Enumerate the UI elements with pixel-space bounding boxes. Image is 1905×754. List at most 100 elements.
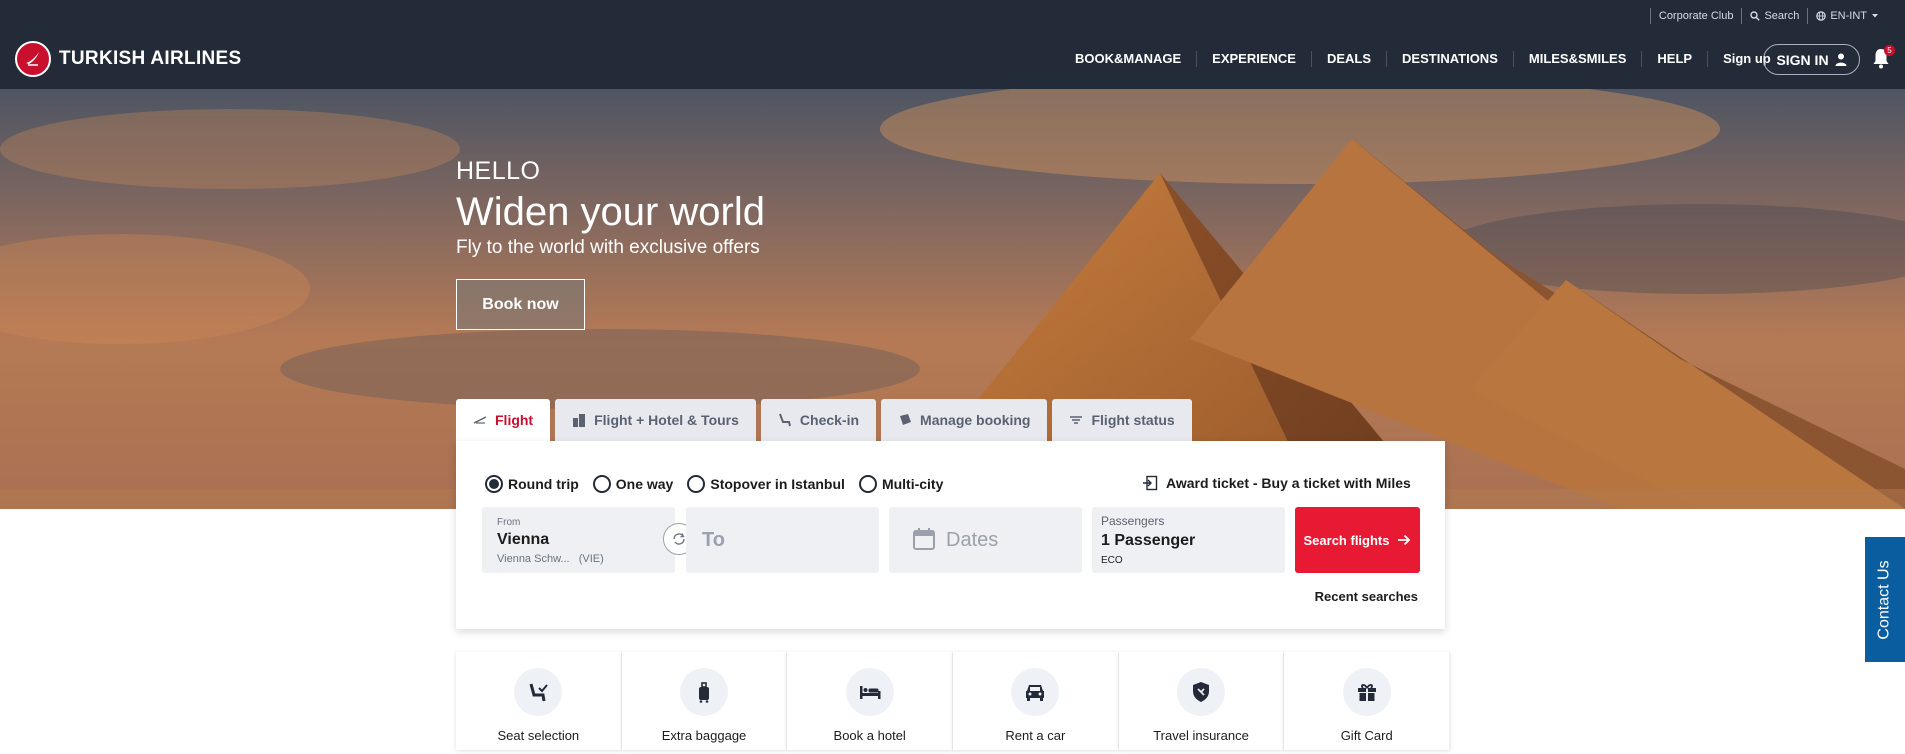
from-field[interactable]: From Vienna Vienna Schw... (VIE): [482, 507, 675, 573]
passengers-label: Passengers: [1101, 514, 1165, 528]
from-airport: Vienna Schw... (VIE): [497, 553, 604, 565]
sign-in-label: SIGN IN: [1776, 51, 1829, 68]
divider: [1807, 8, 1809, 24]
service-label: Extra baggage: [661, 728, 747, 743]
from-airport-name: Vienna Schw...: [497, 553, 570, 565]
tab-flight-label: Flight: [495, 412, 534, 428]
trip-round-trip[interactable]: Round trip: [485, 475, 579, 493]
shield-icon: [1193, 682, 1210, 702]
search-link[interactable]: Search: [1750, 10, 1799, 22]
service-seat-selection[interactable]: Seat selection: [456, 652, 622, 750]
trip-stopover-istanbul[interactable]: Stopover in Istanbul: [687, 475, 845, 493]
tab-flight-status[interactable]: Flight status: [1052, 399, 1192, 441]
trip-one-way-label: One way: [615, 476, 674, 492]
hero-headline: Widen your world: [456, 190, 766, 234]
service-gift-card[interactable]: Gift Card: [1284, 652, 1451, 750]
seat-selection-icon: [529, 683, 549, 702]
trip-one-way[interactable]: One way: [592, 475, 674, 493]
swap-icon: [673, 533, 685, 545]
brand-name: TURKISH AIRLINES: [59, 48, 242, 69]
trip-multi-city[interactable]: Multi-city: [858, 475, 944, 493]
tab-manage-booking-label: Manage booking: [920, 412, 1031, 428]
booking-tabs: Flight Flight + Hotel & Tours Check-in M…: [456, 399, 1192, 441]
turkish-airlines-logo-icon: [15, 41, 51, 77]
nav-miles-smiles[interactable]: MILES&SMILES: [1514, 51, 1643, 67]
user-icon: [1835, 53, 1847, 66]
brand-logo[interactable]: TURKISH AIRLINES: [15, 41, 242, 77]
seat-icon: [778, 413, 791, 427]
contact-us-tab[interactable]: Contact Us: [1865, 537, 1905, 662]
radio-selected: [485, 475, 503, 493]
plane-status-icon: [1070, 416, 1083, 424]
hero-subline: Fly to the world with exclusive offers: [456, 237, 760, 258]
primary-nav: BOOK&MANAGE EXPERIENCE DEALS DESTINATION…: [1060, 29, 1786, 89]
dates-field[interactable]: Dates: [889, 507, 1082, 573]
corporate-club-link[interactable]: Corporate Club: [1659, 10, 1734, 22]
service-travel-insurance[interactable]: Travel insurance: [1118, 652, 1285, 750]
ancillary-services: Seat selection Extra baggage Book a hote…: [456, 652, 1451, 754]
plane-icon: [473, 416, 487, 424]
divider: [1741, 8, 1743, 24]
search-icon: [1750, 11, 1761, 21]
nav-deals[interactable]: DEALS: [1312, 51, 1388, 67]
main-navbar: TURKISH AIRLINES BOOK&MANAGE EXPERIENCE …: [0, 29, 1905, 89]
nav-book-manage[interactable]: BOOK&MANAGE: [1060, 51, 1198, 67]
ticket-icon: [900, 414, 912, 425]
to-placeholder: To: [702, 529, 725, 551]
language-selector[interactable]: EN-INT: [1816, 10, 1879, 22]
divider: [1649, 8, 1651, 24]
service-icon-circle: [680, 668, 728, 716]
tab-manage-booking[interactable]: Manage booking: [881, 399, 1048, 441]
login-arrow-icon: [1143, 475, 1158, 491]
passengers-field[interactable]: Passengers 1 Passenger ECO: [1092, 507, 1285, 573]
trip-stopover-label: Stopover in Istanbul: [710, 476, 845, 492]
passengers-value: 1 Passenger: [1101, 532, 1196, 549]
trip-round-trip-label: Round trip: [508, 476, 579, 492]
book-now-button[interactable]: Book now: [456, 279, 585, 330]
from-airport-code: (VIE): [578, 553, 604, 565]
service-book-hotel[interactable]: Book a hotel: [787, 652, 954, 750]
from-label: From: [497, 517, 521, 528]
nav-help[interactable]: HELP: [1642, 51, 1709, 67]
service-label: Book a hotel: [833, 728, 906, 743]
chevron-down-icon: [1872, 14, 1878, 18]
sign-in-button[interactable]: SIGN IN: [1763, 44, 1860, 75]
trip-multi-city-label: Multi-city: [881, 476, 944, 492]
utility-links: Corporate Club Search EN-INT: [1642, 8, 1879, 24]
service-icon-circle: [1177, 668, 1226, 716]
award-ticket-link[interactable]: Award ticket - Buy a ticket with Miles: [1142, 475, 1411, 491]
tab-flight-hotel-tours-label: Flight + Hotel & Tours: [594, 412, 739, 428]
nav-experience[interactable]: EXPERIENCE: [1197, 51, 1312, 67]
cabin-class: ECO: [1101, 555, 1123, 566]
utility-bar: Corporate Club Search EN-INT: [0, 0, 1905, 29]
service-icon-circle: [1342, 668, 1391, 716]
radio-unselected: [592, 475, 611, 493]
globe-icon: [1816, 11, 1827, 21]
car-icon: [1026, 685, 1045, 701]
service-rent-car[interactable]: Rent a car: [953, 652, 1119, 750]
hero-greeting: HELLO: [456, 157, 541, 185]
service-icon-circle: [514, 668, 563, 716]
dates-placeholder: Dates: [946, 529, 999, 551]
search-flights-label: Search flights: [1303, 532, 1390, 548]
to-field[interactable]: To: [686, 507, 879, 573]
recent-searches-link[interactable]: Recent searches: [1315, 589, 1418, 604]
tab-check-in[interactable]: Check-in: [760, 399, 877, 441]
hotel-icon: [573, 414, 586, 427]
trip-type-options: Round trip One way Stopover in Istanbul …: [485, 475, 943, 493]
tab-flight-status-label: Flight status: [1091, 412, 1175, 428]
baggage-icon: [699, 682, 709, 703]
contact-us-label: Contact Us: [1876, 559, 1894, 640]
notification-badge: 5: [1884, 45, 1895, 56]
tab-flight[interactable]: Flight: [456, 399, 551, 441]
service-label: Rent a car: [1005, 728, 1066, 743]
tab-check-in-label: Check-in: [799, 412, 860, 428]
search-flights-button[interactable]: Search flights: [1295, 507, 1420, 573]
tab-flight-hotel-tours[interactable]: Flight + Hotel & Tours: [555, 399, 756, 441]
award-ticket-label: Award ticket - Buy a ticket with Miles: [1166, 475, 1411, 491]
booking-panel: Round trip One way Stopover in Istanbul …: [456, 441, 1445, 629]
service-extra-baggage[interactable]: Extra baggage: [621, 652, 788, 750]
nav-destinations[interactable]: DESTINATIONS: [1387, 51, 1514, 67]
service-icon-circle: [1011, 668, 1060, 716]
search-link-label: Search: [1764, 10, 1800, 22]
